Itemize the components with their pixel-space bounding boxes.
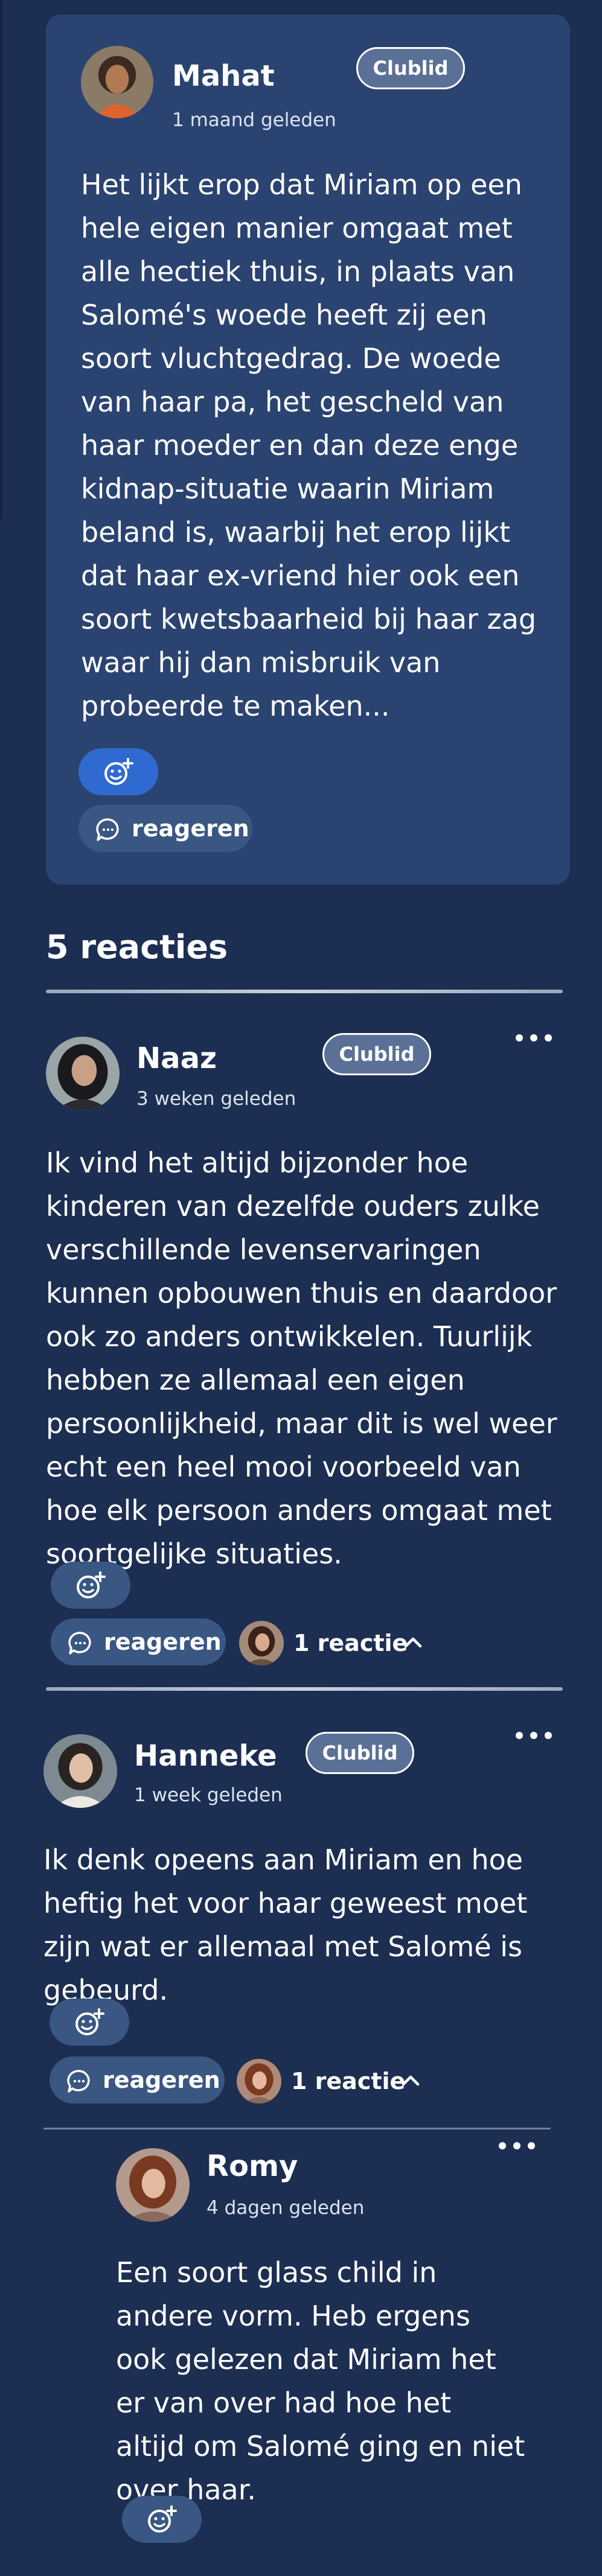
author-name[interactable]: Romy [207,2152,298,2181]
left-edge-strip [0,0,2,519]
member-badge: Clublid [356,47,465,89]
replies-toggle[interactable]: 1 reactie [239,1621,432,1665]
section-divider [46,990,563,993]
add-reaction-button[interactable] [122,2496,202,2543]
add-reaction-button[interactable] [78,748,158,795]
replies-count: 1 reactie [291,2068,406,2094]
more-options-icon[interactable] [499,2139,537,2153]
member-badge: Clublid [322,1033,431,1075]
chat-bubble-icon [67,2070,90,2093]
smiley-plus-icon [75,2008,104,2035]
reply-timestamp: 4 dagen geleden [207,2197,365,2219]
avatar-romy-image [116,2148,190,2222]
reply-divider [43,2128,551,2129]
comment-divider [46,1687,563,1691]
comment-body: Ik vind het altijd bijzonder hoe kindere… [46,1146,557,1570]
comments-page: Mahat Clublid 1 maand geleden Het lijkt … [0,0,602,2576]
reply-button[interactable]: reageren [78,805,252,852]
add-reaction-button[interactable] [50,1999,129,2046]
reply-button-label: reageren [104,1629,222,1655]
smiley-plus-icon [148,2505,177,2533]
featured-post-card: Mahat Clublid 1 maand geleden Het lijkt … [46,14,570,885]
author-name[interactable]: Hanneke [134,1741,277,1770]
avatar[interactable] [46,1037,120,1110]
reply-button[interactable]: reageren [50,2056,225,2104]
avatar-mahat-image [81,46,153,118]
chat-bubble-icon [68,1632,91,1655]
reply-button[interactable]: reageren [51,1618,226,1665]
add-reaction-button[interactable] [51,1562,130,1609]
reply-author-avatar [237,2059,281,2104]
comment-timestamp: 3 weken geleden [136,1088,296,1110]
reply-body: Een soort glass child in andere vorm. He… [116,2256,525,2506]
more-options-icon[interactable] [516,1031,554,1045]
author-name[interactable]: Mahat [172,62,275,91]
avatar[interactable] [81,46,153,118]
chat-bubble-icon [96,818,119,841]
post-body: Het lijkt erop dat Miriam op een hele ei… [81,168,537,722]
chevron-up-icon [404,1637,422,1648]
chevron-up-icon [402,2075,420,2086]
replies-toggle[interactable]: 1 reactie [237,2059,430,2104]
comment-body: Ik denk opeens aan Miriam en hoe heftig … [43,1843,528,2006]
avatar-hanneke-image [43,1734,117,1808]
comment-timestamp: 1 week geleden [134,1784,283,1806]
avatar[interactable] [43,1734,117,1808]
reply-author-avatar [239,1621,284,1665]
smiley-plus-icon [104,758,133,785]
avatar-naaz-image [46,1037,120,1110]
post-timestamp: 1 maand geleden [172,109,336,131]
reply-button-label: reageren [103,2067,220,2093]
avatar[interactable] [116,2148,190,2222]
member-badge: Clublid [306,1732,414,1774]
more-options-icon[interactable] [516,1728,554,1743]
reactions-heading: 5 reacties [46,928,228,966]
author-name[interactable]: Naaz [136,1044,217,1073]
smiley-plus-icon [77,1571,106,1598]
reply-button-label: reageren [132,815,249,842]
replies-count: 1 reactie [293,1630,408,1656]
